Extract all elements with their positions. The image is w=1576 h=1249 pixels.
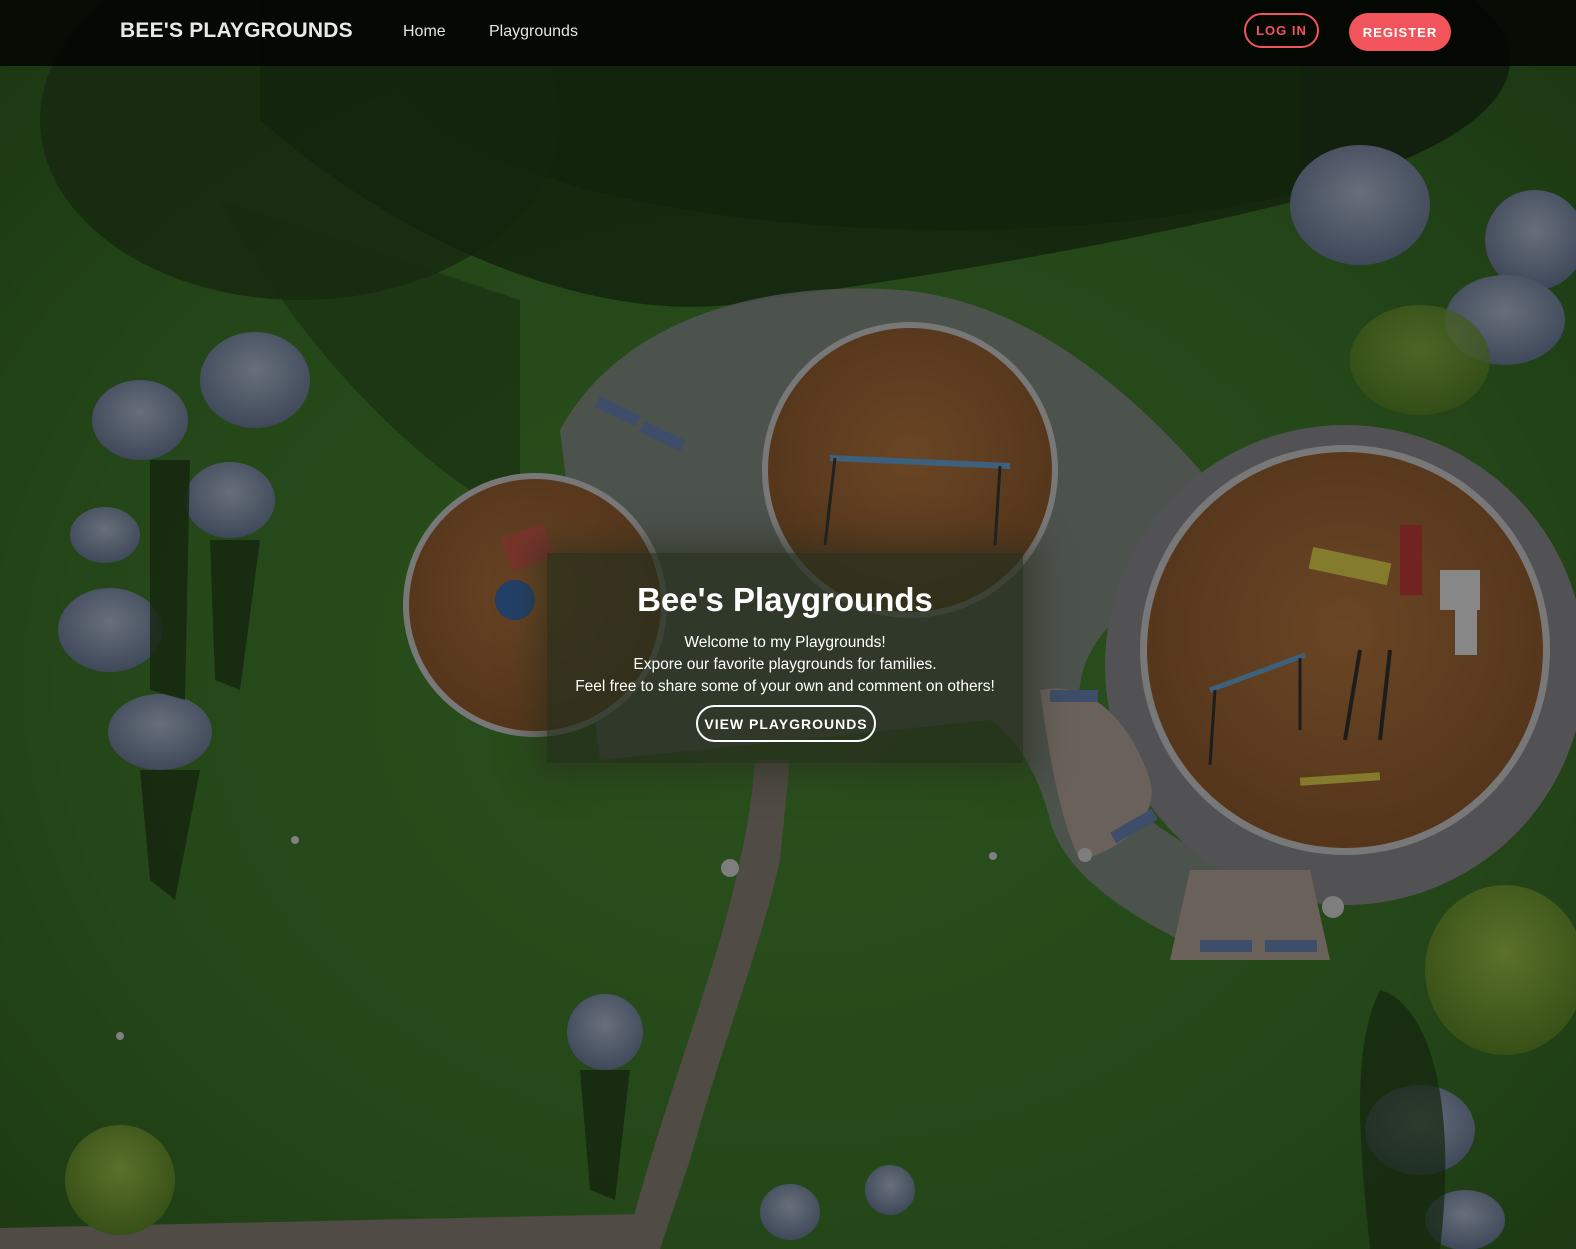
hero-card: Bee's Playgrounds Welcome to my Playgrou… — [547, 553, 1023, 763]
hero-title: Bee's Playgrounds — [637, 581, 933, 618]
login-button[interactable]: LOG IN — [1244, 13, 1319, 48]
navbar: BEE'S PLAYGROUNDS Home Playgrounds LOG I… — [0, 0, 1576, 66]
nav-link-home[interactable]: Home — [403, 23, 446, 41]
page: BEE'S PLAYGROUNDS Home Playgrounds LOG I… — [0, 0, 1576, 1249]
hero-share-text: Feel free to share some of your own and … — [575, 678, 995, 695]
nav-link-playgrounds[interactable]: Playgrounds — [489, 23, 578, 41]
brand-logo[interactable]: BEE'S PLAYGROUNDS — [120, 19, 353, 43]
register-button[interactable]: REGISTER — [1349, 13, 1451, 51]
view-playgrounds-button[interactable]: VIEW PLAYGROUNDS — [696, 705, 876, 742]
hero-welcome-text: Welcome to my Playgrounds! — [684, 634, 886, 651]
hero-explore-text: Expore our favorite playgrounds for fami… — [633, 656, 937, 673]
